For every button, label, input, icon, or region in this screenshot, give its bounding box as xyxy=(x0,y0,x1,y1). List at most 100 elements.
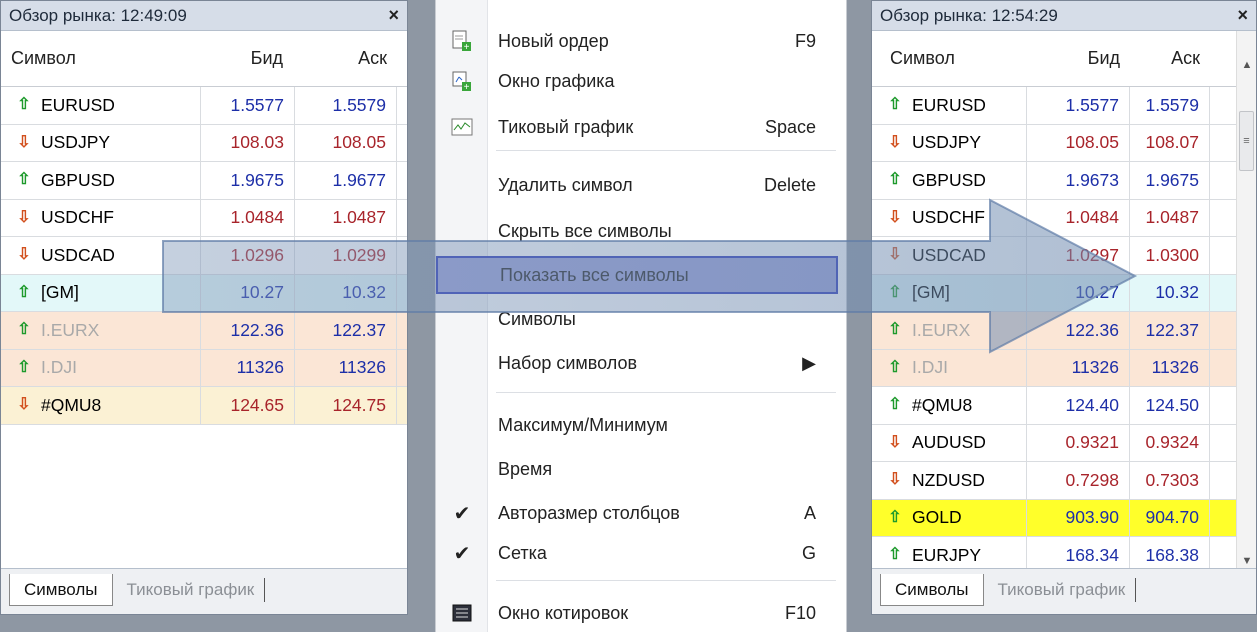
symbol-name: USDCHF xyxy=(41,207,114,228)
menu-grid[interactable]: ✔ Сетка G xyxy=(436,534,848,572)
menu-item-label: Показать все символы xyxy=(500,264,689,285)
arrow-down-icon: ⇩ xyxy=(888,246,902,264)
menu-shortcut: A xyxy=(803,502,816,523)
bid-cell: 1.5577 xyxy=(1027,87,1130,124)
header-ask[interactable]: Аск xyxy=(295,48,397,69)
header-bid[interactable]: Бид xyxy=(201,48,295,69)
table-row[interactable]: ⇧ [GM] 10.27 10.32 xyxy=(872,274,1256,312)
menu-item-label: Окно котировок xyxy=(498,602,629,623)
svg-text:+: + xyxy=(464,82,470,92)
menu-shortcut: G xyxy=(801,542,816,563)
table-row[interactable]: ⇩ USDCAD 1.0296 1.0299 xyxy=(1,237,407,275)
symbol-name: I.DJI xyxy=(41,357,77,378)
quotes-window-icon xyxy=(436,604,488,622)
menu-auto-arrange[interactable]: ✔ Авторазмер столбцов A xyxy=(436,494,848,532)
arrow-up-icon: ⇧ xyxy=(888,283,902,301)
header-ask[interactable]: Аск xyxy=(1130,48,1210,69)
symbol-list: ⇧ EURUSD 1.5577 1.5579 ⇩ USDJPY 108.03 108.05 ⇧ G… xyxy=(1,87,407,425)
bid-cell: 11326 xyxy=(201,349,295,386)
bid-cell: 1.0296 xyxy=(201,237,295,274)
arrow-down-icon: ⇩ xyxy=(888,471,902,489)
menu-shortcut: F9 xyxy=(794,30,816,51)
table-row[interactable]: ⇧ GOLD 903.90 904.70 xyxy=(872,499,1256,537)
vertical-scrollbar[interactable]: ▲ ≡ ▼ xyxy=(1236,31,1256,571)
menu-tick-chart[interactable]: Тиковый график Space xyxy=(436,108,848,146)
table-row[interactable]: ⇧ [GM] 10.27 10.32 xyxy=(1,274,407,312)
menu-item-label: Скрыть все символы xyxy=(498,220,672,241)
table-row[interactable]: ⇧ I.EURX 122.36 122.37 xyxy=(1,312,407,350)
table-row[interactable]: ⇩ USDCHF 1.0484 1.0487 xyxy=(1,199,407,237)
check-icon: ✔ xyxy=(453,542,471,565)
table-row[interactable]: ⇧ EURUSD 1.5577 1.5579 xyxy=(1,87,407,125)
close-icon[interactable]: × xyxy=(388,5,399,26)
menu-hide-all[interactable]: Скрыть все символы xyxy=(436,212,848,250)
menu-item-label: Набор символов xyxy=(498,352,638,373)
tab-symbols[interactable]: Символы xyxy=(880,574,984,606)
table-row[interactable]: ⇧ GBPUSD 1.9675 1.9677 xyxy=(1,162,407,200)
table-row[interactable]: ⇧ I.EURX 122.36 122.37 xyxy=(872,312,1256,350)
table-row[interactable]: ⇩ NZDUSD 0.7298 0.7303 xyxy=(872,462,1256,500)
bid-cell: 0.7298 xyxy=(1027,462,1130,499)
table-row[interactable]: ⇧ I.DJI 11326 11326 xyxy=(1,349,407,387)
ask-cell: 108.07 xyxy=(1130,124,1210,161)
arrow-up-icon: ⇧ xyxy=(888,96,902,114)
arrow-down-icon: ⇩ xyxy=(17,246,31,264)
bid-cell: 10.27 xyxy=(1027,274,1130,311)
table-row[interactable]: ⇩ AUDUSD 0.9321 0.9324 xyxy=(872,424,1256,462)
symbol-name: GBPUSD xyxy=(912,169,986,190)
tick-chart-icon xyxy=(436,118,488,136)
ask-cell: 10.32 xyxy=(295,274,397,311)
tab-tick-chart[interactable]: Тиковый график xyxy=(113,578,266,602)
header-bid[interactable]: Бид xyxy=(1027,48,1130,69)
symbol-name: [GM] xyxy=(41,282,79,303)
table-header: Символ Бид Аск xyxy=(872,31,1256,87)
arrow-down-icon: ⇩ xyxy=(888,433,902,451)
symbol-cell: ⇧ [GM] xyxy=(872,274,1027,311)
panel-titlebar: Обзор рынка: 12:54:29 × xyxy=(872,1,1256,31)
menu-chart-window[interactable]: + Окно графика xyxy=(436,62,848,100)
new-order-icon: + xyxy=(436,30,488,52)
bid-cell: 122.36 xyxy=(1027,312,1130,349)
symbol-cell: ⇧ GOLD xyxy=(872,499,1027,536)
table-row[interactable]: ⇩ #QMU8 124.65 124.75 xyxy=(1,387,407,425)
market-watch-panel-left: Обзор рынка: 12:49:09 × Символ Бид Аск ⇧… xyxy=(0,0,408,615)
arrow-down-icon: ⇩ xyxy=(17,396,31,414)
ask-cell: 1.9677 xyxy=(295,162,397,199)
tab-tick-chart[interactable]: Тиковый график xyxy=(984,578,1137,602)
menu-quotes-window[interactable]: Окно котировок F10 xyxy=(436,594,848,632)
table-row[interactable]: ⇧ I.DJI 11326 11326 xyxy=(872,349,1256,387)
table-row[interactable]: ⇧ EURJPY 168.34 168.38 xyxy=(872,537,1256,571)
header-symbol[interactable]: Символ xyxy=(872,48,1027,69)
scrollbar-thumb[interactable]: ≡ xyxy=(1239,111,1254,171)
table-row[interactable]: ⇩ USDJPY 108.05 108.07 xyxy=(872,124,1256,162)
header-symbol[interactable]: Символ xyxy=(1,48,201,69)
menu-time[interactable]: Время xyxy=(436,450,848,488)
symbol-name: EURUSD xyxy=(912,94,986,115)
menu-symbols[interactable]: Символы xyxy=(436,300,848,338)
menu-show-all[interactable]: Показать все символы xyxy=(436,256,838,294)
symbol-name: USDJPY xyxy=(41,132,111,153)
tab-symbols[interactable]: Символы xyxy=(9,574,113,606)
symbol-cell: ⇧ I.DJI xyxy=(1,349,201,386)
bid-cell: 1.0297 xyxy=(1027,237,1130,274)
menu-shortcut: Delete xyxy=(763,174,816,195)
arrow-up-icon: ⇧ xyxy=(888,171,902,189)
table-row[interactable]: ⇩ USDJPY 108.03 108.05 xyxy=(1,124,407,162)
menu-high-low[interactable]: Максимум/Минимум xyxy=(436,406,848,444)
menu-delete-symbol[interactable]: Удалить символ Delete xyxy=(436,166,848,204)
ask-cell: 904.70 xyxy=(1130,499,1210,536)
close-icon[interactable]: × xyxy=(1237,5,1248,26)
menu-symbol-sets[interactable]: Набор символов ▶ xyxy=(436,344,848,382)
menu-new-order[interactable]: + Новый ордер F9 xyxy=(436,22,848,60)
table-row[interactable]: ⇧ GBPUSD 1.9673 1.9675 xyxy=(872,162,1256,200)
table-row[interactable]: ⇩ USDCAD 1.0297 1.0300 xyxy=(872,237,1256,275)
bid-cell: 1.9675 xyxy=(201,162,295,199)
ask-cell: 122.37 xyxy=(295,312,397,349)
table-row[interactable]: ⇧ EURUSD 1.5577 1.5579 xyxy=(872,87,1256,125)
panel-tabs: Символы Тиковый график xyxy=(1,568,407,614)
table-row[interactable]: ⇩ USDCHF 1.0484 1.0487 xyxy=(872,199,1256,237)
symbol-cell: ⇩ USDCAD xyxy=(1,237,201,274)
scroll-up-icon[interactable]: ▲ xyxy=(1237,55,1257,75)
table-row[interactable]: ⇧ #QMU8 124.40 124.50 xyxy=(872,387,1256,425)
bid-cell: 108.05 xyxy=(1027,124,1130,161)
